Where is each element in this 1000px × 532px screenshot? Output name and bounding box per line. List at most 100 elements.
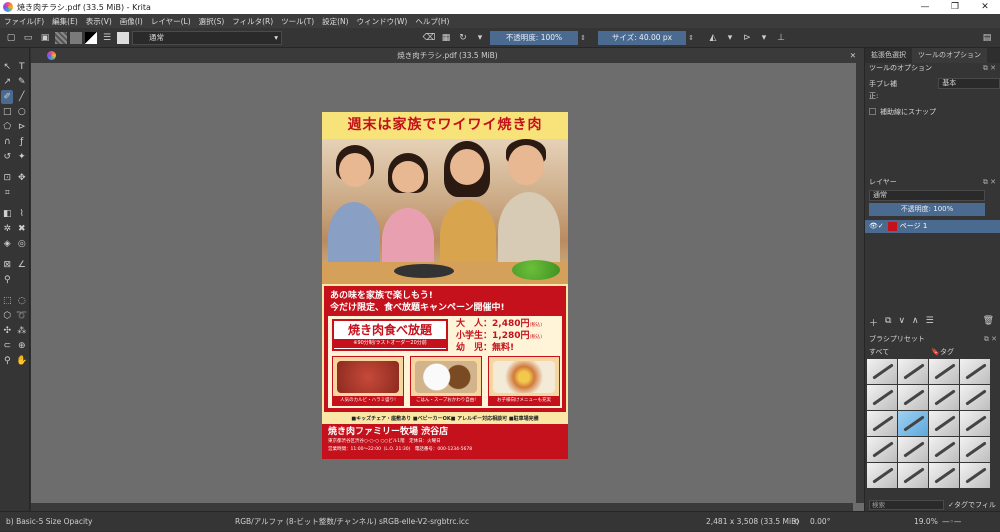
brush-preset[interactable] (898, 385, 928, 410)
rotation-icon[interactable]: ⟲ (793, 512, 799, 532)
gradient-tool-icon[interactable]: ◧ (1, 207, 13, 221)
gradient-swatch-icon[interactable] (55, 31, 67, 44)
menu-file[interactable]: ファイル(F) (4, 16, 44, 27)
assistant-tool-icon[interactable]: ⊠ (1, 258, 13, 272)
workspace-icon[interactable]: ▤ (980, 31, 994, 45)
reference-tool-icon[interactable]: ⚲ (1, 273, 13, 287)
magnetic-select-icon[interactable]: ⊕ (16, 339, 28, 353)
eraser-icon[interactable]: ⌫ (422, 31, 436, 45)
mirror-vertical-icon[interactable]: ⊳ (740, 31, 754, 45)
polygon-tool-icon[interactable]: ⬠ (1, 120, 13, 134)
fg-bg-color-icon[interactable] (85, 31, 97, 44)
brush-preset[interactable] (929, 437, 959, 462)
multibrush-icon[interactable]: ✦ (16, 150, 28, 164)
freehand-brush-icon[interactable]: ✐ (1, 90, 14, 104)
add-layer-icon[interactable]: ＋ (869, 316, 878, 329)
flyer-canvas[interactable]: 週末は家族でワイワイ焼き肉 あの味を家族で楽しもう! 今だけ限定、食べ放題キャン… (322, 112, 568, 459)
edit-shapes-icon[interactable]: ↗ (1, 75, 13, 89)
brush-filter-select[interactable]: すべて (869, 346, 889, 358)
brush-preset[interactable] (867, 359, 897, 384)
status-rotation[interactable]: 0.00° (810, 512, 830, 532)
brush-preset[interactable] (960, 359, 990, 384)
tab-tool-options[interactable]: ツールのオプション (912, 48, 987, 63)
text-tool-icon[interactable]: T (16, 60, 28, 74)
brush-preset[interactable] (960, 411, 990, 436)
chevron-down-icon[interactable]: ▾ (757, 31, 771, 45)
vertical-scrollbar[interactable] (856, 63, 864, 503)
menu-window[interactable]: ウィンドウ(W) (357, 16, 408, 27)
brush-preset[interactable] (929, 385, 959, 410)
delete-layer-icon[interactable]: 🗑 (983, 316, 994, 329)
dynamic-brush-icon[interactable]: ↺ (1, 150, 13, 164)
brush-preset[interactable] (867, 385, 897, 410)
move-down-icon[interactable]: ∨ (898, 316, 905, 329)
rect-select-icon[interactable]: ⬚ (1, 294, 13, 308)
opacity-spin-icon[interactable]: ⇕ (578, 31, 588, 45)
size-spin-icon[interactable]: ⇕ (686, 31, 696, 45)
menu-select[interactable]: 選択(S) (199, 16, 225, 27)
layer-blend-select[interactable]: 通常 (869, 190, 985, 201)
rectangle-tool-icon[interactable]: □ (1, 105, 13, 119)
zoom-slider-icon[interactable]: —◦— (942, 512, 961, 532)
brush-preset[interactable] (960, 385, 990, 410)
similar-select-icon[interactable]: ⁂ (16, 324, 28, 338)
stabilizer-select[interactable]: 基本 (938, 78, 1000, 89)
brush-settings-icon[interactable]: ☰ (100, 31, 114, 45)
line-tool-icon[interactable]: ╱ (16, 90, 28, 104)
alpha-lock-icon[interactable]: ▦ (439, 31, 453, 45)
dock-float-close-icon[interactable]: ⧉ ✕ (983, 63, 1000, 74)
move-tool-icon[interactable]: ✥ (16, 171, 28, 185)
brush-preset[interactable] (898, 359, 928, 384)
pattern-swatch-icon[interactable] (70, 31, 82, 44)
menu-help[interactable]: ヘルプ(H) (415, 16, 449, 27)
ellipse-tool-icon[interactable]: ○ (16, 105, 28, 119)
new-document-icon[interactable]: ▢ (4, 31, 18, 45)
polyline-tool-icon[interactable]: ⊳ (16, 120, 28, 134)
pan-tool-icon[interactable]: ✋ (16, 354, 28, 368)
opacity-slider[interactable]: 不透明度: 100% (490, 30, 578, 45)
brush-preset[interactable] (898, 463, 928, 488)
colorize-mask-icon[interactable]: ✲ (1, 222, 13, 236)
brush-preset[interactable] (898, 437, 928, 462)
layer-row[interactable]: 👁 ✓ ページ 1 (865, 220, 1000, 233)
select-shapes-icon[interactable]: ↖ (1, 60, 13, 74)
enclose-fill-icon[interactable]: ◎ (16, 237, 28, 251)
minimize-button[interactable]: — (910, 2, 940, 12)
menu-filter[interactable]: フィルタ(R) (232, 16, 273, 27)
menu-settings[interactable]: 設定(N) (322, 16, 348, 27)
canvas-area[interactable]: 焼き肉チラシ.pdf (33.5 MiB) ✕ 週末は家族でワイワイ焼き肉 あの… (31, 48, 864, 511)
document-tab[interactable]: 焼き肉チラシ.pdf (33.5 MiB) ✕ (31, 48, 864, 63)
blend-mode-select[interactable]: 通常 ▾ (132, 30, 282, 45)
check-icon[interactable]: ✓ (878, 220, 884, 233)
brush-preset[interactable] (960, 437, 990, 462)
menu-view[interactable]: 表示(V) (86, 16, 112, 27)
brush-preset[interactable] (929, 463, 959, 488)
close-window-button[interactable]: ✕ (970, 2, 1000, 12)
dock-float-close-icon[interactable]: ⧉ ✕ (984, 334, 1000, 345)
duplicate-layer-icon[interactable]: ⧉ (885, 316, 891, 329)
chevron-down-icon[interactable]: ▾ (473, 31, 487, 45)
wrap-around-icon[interactable]: ⊥ (774, 31, 788, 45)
brush-preset[interactable] (867, 463, 897, 488)
chevron-down-icon[interactable]: ▾ (723, 31, 737, 45)
status-zoom[interactable]: 19.0% (914, 512, 938, 532)
brush-preset[interactable] (929, 359, 959, 384)
calligraphy-icon[interactable]: ✎ (16, 75, 28, 89)
bezier-tool-icon[interactable]: ∩ (1, 135, 13, 149)
size-slider[interactable]: サイズ: 40.00 px (598, 30, 686, 45)
freehand-path-icon[interactable]: ƒ (16, 135, 28, 149)
polygon-select-icon[interactable]: ⬡ (1, 309, 13, 323)
mirror-horizontal-icon[interactable]: ◭ (706, 31, 720, 45)
snap-checkbox[interactable] (869, 108, 876, 115)
tag-filter-label[interactable]: タグでフィルタ (954, 499, 1000, 521)
brush-preset[interactable] (929, 411, 959, 436)
freehand-select-icon[interactable]: ➰ (16, 309, 28, 323)
contiguous-select-icon[interactable]: ✣ (1, 324, 13, 338)
fill-tool-icon[interactable]: ◈ (1, 237, 13, 251)
open-document-icon[interactable]: ▭ (21, 31, 35, 45)
dock-float-close-icon[interactable]: ⧉ ✕ (983, 177, 1000, 188)
menu-layer[interactable]: レイヤー(L) (151, 16, 191, 27)
menu-image[interactable]: 画像(I) (120, 16, 143, 27)
close-icon[interactable]: ✕ (850, 48, 856, 63)
transform-tool-icon[interactable]: ⌗ (1, 186, 13, 200)
